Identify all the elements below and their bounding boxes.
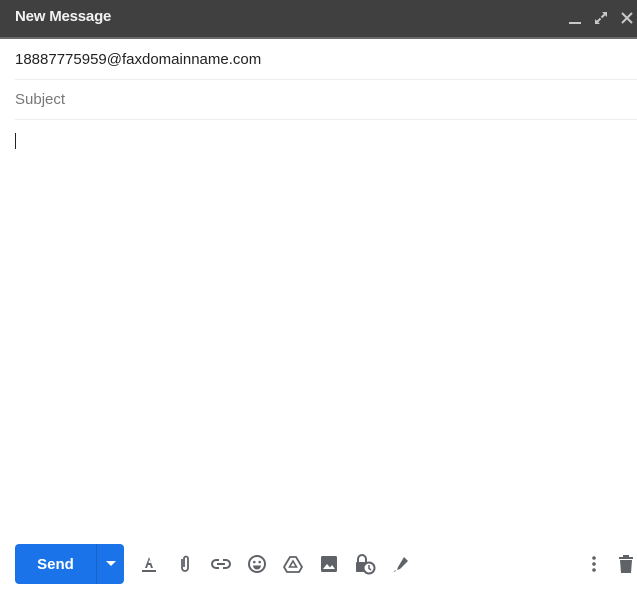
window-controls (559, 8, 637, 28)
pen-icon[interactable] (389, 552, 413, 576)
caret-down-icon (105, 561, 116, 566)
lock-clock-icon[interactable] (353, 552, 377, 576)
minimize-icon[interactable] (565, 8, 585, 28)
emoji-icon[interactable] (245, 552, 269, 576)
compose-toolbar: Send (0, 544, 637, 584)
message-body[interactable] (15, 120, 637, 524)
subject-field[interactable] (15, 79, 637, 120)
recipient-address[interactable]: 18887775959@faxdomainname.com (15, 51, 261, 68)
send-button-group: Send (15, 544, 124, 584)
subject-input[interactable] (15, 90, 637, 108)
more-vert-icon[interactable] (582, 552, 606, 576)
close-icon[interactable] (617, 8, 637, 28)
window-title: New Message (15, 8, 112, 25)
send-button[interactable]: Send (15, 544, 96, 584)
expand-icon[interactable] (591, 8, 611, 28)
drive-icon[interactable] (281, 552, 305, 576)
paperclip-icon[interactable] (173, 552, 197, 576)
compose-titlebar[interactable]: New Message (0, 0, 637, 37)
link-icon[interactable] (209, 552, 233, 576)
send-options-button[interactable] (97, 544, 124, 584)
text-format-icon[interactable] (137, 552, 161, 576)
trash-icon[interactable] (614, 552, 637, 576)
text-cursor (15, 133, 16, 149)
photo-icon[interactable] (317, 552, 341, 576)
recipients-field[interactable]: 18887775959@faxdomainname.com (15, 39, 637, 80)
